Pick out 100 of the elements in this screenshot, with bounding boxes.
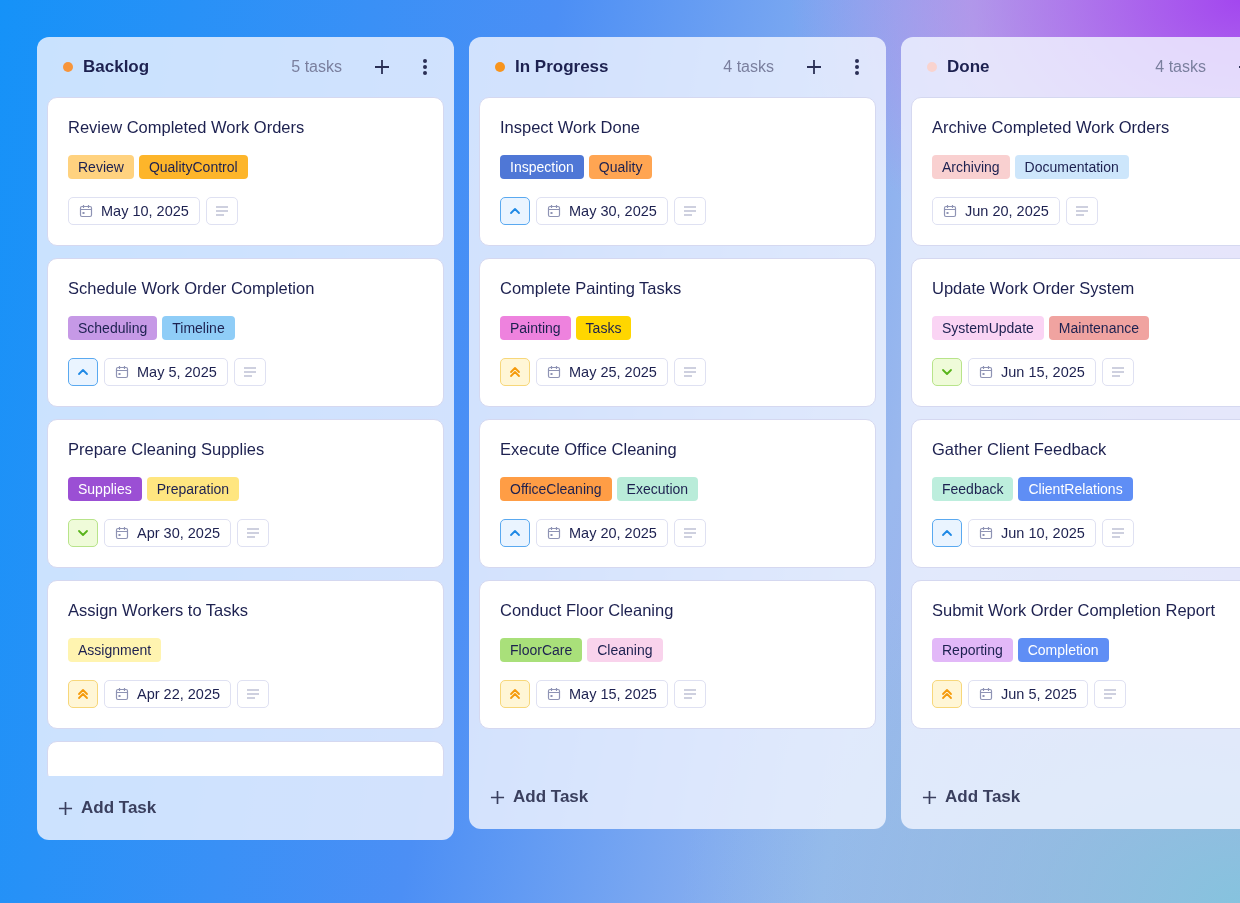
due-date: Apr 22, 2025 xyxy=(104,680,232,708)
tag: ClientRelations xyxy=(1018,477,1133,501)
task-card[interactable]: Prepare Cleaning Supplies Supplies Preparation Apr 30, 2025 xyxy=(47,419,444,568)
task-card[interactable]: Gather Client Feedback Feedback ClientRelations Jun 10, 2025 xyxy=(911,419,1240,568)
column-title: Done xyxy=(947,57,991,77)
calendar-icon xyxy=(547,365,561,379)
tag: Cleaning xyxy=(587,638,663,662)
due-date: Jun 10, 2025 xyxy=(968,519,1096,547)
add-icon[interactable] xyxy=(374,59,390,75)
due-date: Jun 20, 2025 xyxy=(932,197,1060,225)
priority-icon xyxy=(500,197,530,225)
task-card[interactable]: Conduct Floor Cleaning FloorCare Cleaning May 15, 2025 xyxy=(479,580,876,729)
calendar-icon xyxy=(547,526,561,540)
tag: Completion xyxy=(1017,638,1109,662)
task-title: Assign Workers to Tasks xyxy=(68,601,250,620)
tag: Tasks xyxy=(575,316,632,340)
task-title: Complete Painting Tasks xyxy=(500,279,683,298)
calendar-icon xyxy=(115,365,129,379)
notes-icon[interactable] xyxy=(237,519,270,547)
tag: QualityControl xyxy=(138,155,248,179)
notes-icon[interactable] xyxy=(673,519,706,547)
more-icon[interactable] xyxy=(422,58,428,76)
column-title: In Progress xyxy=(515,57,610,77)
tag: Maintenance xyxy=(1048,316,1149,340)
task-card[interactable]: Review Completed Work Orders Review QualityControl May 10, 2025 xyxy=(47,97,444,246)
calendar-icon xyxy=(979,687,993,701)
calendar-icon xyxy=(943,204,957,218)
tag: Feedback xyxy=(932,477,1014,501)
due-date: May 30, 2025 xyxy=(536,197,668,225)
due-date: Jun 15, 2025 xyxy=(968,358,1096,386)
tag: Supplies xyxy=(68,477,142,501)
task-title: Execute Office Cleaning xyxy=(500,440,678,459)
tag: Documentation xyxy=(1014,155,1129,179)
tag: Assignment xyxy=(68,638,162,662)
notes-icon[interactable] xyxy=(673,680,706,708)
add-task-button[interactable]: Add Task xyxy=(37,776,454,840)
calendar-icon xyxy=(115,526,129,540)
due-date: Apr 30, 2025 xyxy=(104,519,232,547)
task-title: Inspect Work Done xyxy=(500,118,641,137)
plus-icon xyxy=(922,789,937,805)
add-icon[interactable] xyxy=(806,59,822,75)
priority-icon xyxy=(932,358,962,386)
notes-icon[interactable] xyxy=(205,197,238,225)
tag: Reporting xyxy=(932,638,1013,662)
tag: Review xyxy=(68,155,134,179)
priority-icon xyxy=(500,519,530,547)
tag: Scheduling xyxy=(68,316,158,340)
priority-icon xyxy=(932,680,962,708)
plus-icon xyxy=(58,800,73,816)
tag: Painting xyxy=(500,316,571,340)
task-card[interactable]: Assign Workers to Tasks Assignment Apr 22, 2025 xyxy=(47,580,444,729)
task-card[interactable] xyxy=(47,741,444,776)
tag: SystemUpdate xyxy=(932,316,1044,340)
add-task-button[interactable]: Add Task xyxy=(901,765,1240,829)
task-card[interactable]: Update Work Order System SystemUpdate Maintenance Jun 15, 2025 xyxy=(911,258,1240,407)
calendar-icon xyxy=(79,204,93,218)
tag: OfficeCleaning xyxy=(500,477,612,501)
due-date: Jun 5, 2025 xyxy=(968,680,1088,708)
notes-icon[interactable] xyxy=(673,197,706,225)
notes-icon[interactable] xyxy=(1065,197,1098,225)
task-title: Submit Work Order Completion Report xyxy=(932,601,1217,620)
notes-icon[interactable] xyxy=(237,680,270,708)
notes-icon[interactable] xyxy=(673,358,706,386)
priority-icon xyxy=(68,680,98,708)
task-title: Review Completed Work Orders xyxy=(68,118,306,137)
task-card[interactable]: Submit Work Order Completion Report Reporting Completion Jun 5, 2025 xyxy=(911,580,1240,729)
calendar-icon xyxy=(115,687,129,701)
task-card[interactable]: Inspect Work Done Inspection Quality May 30, 2025 xyxy=(479,97,876,246)
due-date: May 10, 2025 xyxy=(68,197,200,225)
plus-icon xyxy=(490,789,505,805)
due-date: May 15, 2025 xyxy=(536,680,668,708)
task-card[interactable]: Schedule Work Order Completion Scheduling Timeline May 5, 2025 xyxy=(47,258,444,407)
tag: Preparation xyxy=(146,477,240,501)
column-title: Backlog xyxy=(83,57,151,77)
tag: Timeline xyxy=(162,316,235,340)
notes-icon[interactable] xyxy=(233,358,266,386)
task-title: Gather Client Feedback xyxy=(932,440,1108,459)
priority-icon xyxy=(500,358,530,386)
due-date: May 20, 2025 xyxy=(536,519,668,547)
tag: Archiving xyxy=(932,155,1010,179)
priority-icon xyxy=(932,519,962,547)
calendar-icon xyxy=(547,687,561,701)
tag: Quality xyxy=(588,155,653,179)
task-title: Conduct Floor Cleaning xyxy=(500,601,675,620)
notes-icon[interactable] xyxy=(1101,358,1134,386)
task-count: 4 tasks xyxy=(1155,58,1206,76)
tag: Inspection xyxy=(500,155,584,179)
calendar-icon xyxy=(547,204,561,218)
calendar-icon xyxy=(979,526,993,540)
task-card[interactable]: Execute Office Cleaning OfficeCleaning Execution May 20, 2025 xyxy=(479,419,876,568)
priority-icon xyxy=(500,680,530,708)
add-task-button[interactable]: Add Task xyxy=(469,765,886,829)
task-title: Schedule Work Order Completion xyxy=(68,279,316,298)
task-count: 4 tasks xyxy=(723,58,774,76)
notes-icon[interactable] xyxy=(1101,519,1134,547)
notes-icon[interactable] xyxy=(1093,680,1126,708)
task-card[interactable]: Complete Painting Tasks Painting Tasks May 25, 2025 xyxy=(479,258,876,407)
task-card[interactable]: Archive Completed Work Orders Archiving Documentation Jun 20, 2025 xyxy=(911,97,1240,246)
due-date: May 5, 2025 xyxy=(104,358,228,386)
more-icon[interactable] xyxy=(854,58,860,76)
